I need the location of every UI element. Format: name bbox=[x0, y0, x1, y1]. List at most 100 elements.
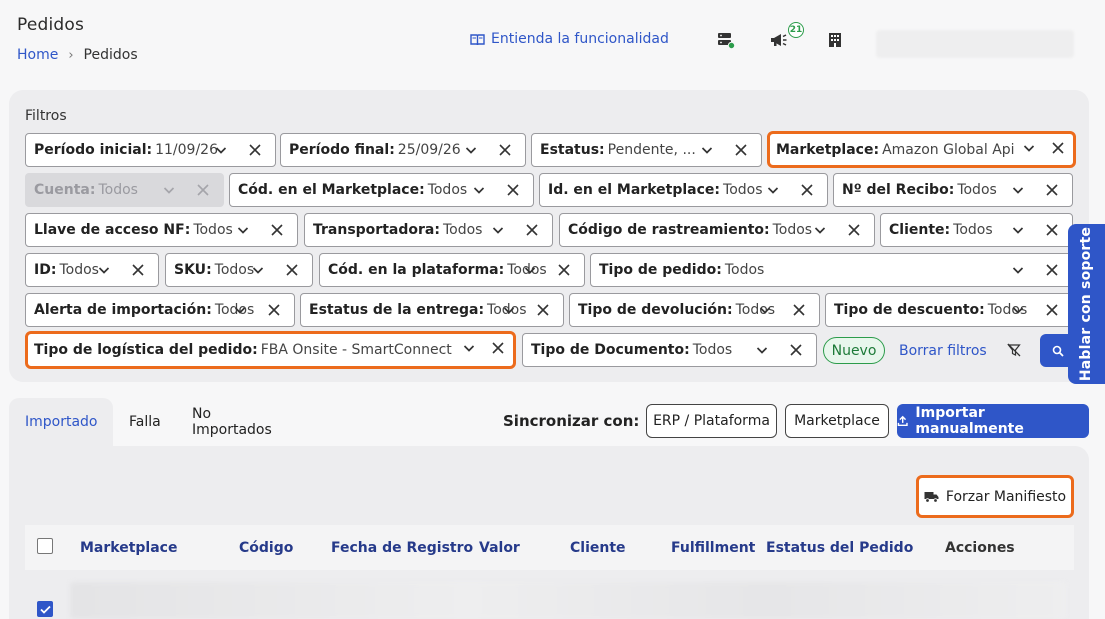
filter-label: SKU bbox=[174, 262, 207, 278]
filter-transportadora[interactable]: Transportadora: Todos bbox=[304, 213, 553, 247]
close-icon[interactable] bbox=[1045, 303, 1059, 317]
tab-importado[interactable]: Importado bbox=[9, 398, 113, 446]
filter-numero-recibo[interactable]: Nº del Recibo: Todos bbox=[833, 173, 1073, 207]
chevron-down-icon[interactable] bbox=[471, 182, 487, 198]
filter-tipo-descuento[interactable]: Tipo de descuento: Todos bbox=[825, 293, 1073, 327]
close-icon[interactable] bbox=[789, 343, 803, 357]
chevron-down-icon[interactable] bbox=[1021, 140, 1037, 156]
filter-estatus[interactable]: Estatus: Pendente, ... bbox=[531, 133, 762, 167]
column-header-cliente[interactable]: Cliente bbox=[570, 540, 626, 556]
column-header-marketplace[interactable]: Marketplace bbox=[80, 540, 177, 556]
chevron-down-icon[interactable] bbox=[754, 342, 770, 358]
filter-cod-marketplace[interactable]: Cód. en el Marketplace: Todos bbox=[229, 173, 534, 207]
filter-estatus-entrega[interactable]: Estatus de la entrega: Todos bbox=[300, 293, 564, 327]
chevron-down-icon[interactable] bbox=[96, 262, 112, 278]
functionality-link-label: Entienda la funcionalidad bbox=[491, 31, 669, 47]
select-all-checkbox[interactable] bbox=[37, 538, 53, 554]
close-icon[interactable] bbox=[536, 303, 550, 317]
close-icon[interactable] bbox=[1045, 183, 1059, 197]
close-icon[interactable] bbox=[800, 183, 814, 197]
user-menu[interactable] bbox=[876, 30, 1074, 58]
close-icon[interactable] bbox=[734, 143, 748, 157]
close-icon[interactable] bbox=[792, 303, 806, 317]
filter-periodo-inicial[interactable]: Período inicial:11/09/26 bbox=[25, 133, 276, 167]
megaphone-icon[interactable] bbox=[770, 31, 788, 49]
chevron-down-icon[interactable] bbox=[232, 302, 248, 318]
filter-value: Todos bbox=[98, 182, 138, 198]
filter-codigo-rastreamiento[interactable]: Código de rastreamiento: Todos bbox=[559, 213, 875, 247]
close-icon[interactable] bbox=[1045, 223, 1059, 237]
chevron-down-icon[interactable] bbox=[812, 222, 828, 238]
sync-marketplace-button[interactable]: Marketplace bbox=[785, 404, 889, 438]
column-header-valor[interactable]: Valor bbox=[479, 540, 520, 556]
filter-cuenta: Cuenta: Todos bbox=[25, 173, 224, 207]
filter-label: Estatus de la entrega bbox=[309, 302, 479, 318]
chevron-down-icon[interactable] bbox=[463, 142, 479, 158]
force-manifest-button[interactable]: Forzar Manifiesto bbox=[916, 475, 1074, 518]
chevron-down-icon[interactable] bbox=[765, 182, 781, 198]
chevron-down-icon[interactable] bbox=[757, 302, 773, 318]
filter-llave-nf[interactable]: Llave de acceso NF: Todos bbox=[25, 213, 298, 247]
tab-falla[interactable]: Falla bbox=[113, 398, 177, 446]
close-icon[interactable] bbox=[498, 143, 512, 157]
filter-marketplace[interactable]: Marketplace: Amazon Global Api bbox=[767, 131, 1076, 168]
chevron-down-icon[interactable] bbox=[1010, 222, 1026, 238]
filter-tipo-devolucion[interactable]: Tipo de devolución: Todos bbox=[569, 293, 820, 327]
close-icon[interactable] bbox=[270, 223, 284, 237]
close-icon[interactable] bbox=[491, 341, 505, 355]
column-header-fecha-registro[interactable]: Fecha de Registro bbox=[331, 540, 473, 556]
close-icon[interactable] bbox=[131, 263, 145, 277]
chevron-down-icon[interactable] bbox=[235, 222, 251, 238]
filter-cliente[interactable]: Cliente: Todos bbox=[880, 213, 1073, 247]
row-checkbox[interactable] bbox=[37, 601, 53, 617]
sync-erp-button[interactable]: ERP / Plataforma bbox=[646, 404, 777, 438]
tab-no-importados[interactable]: No Importados bbox=[176, 398, 288, 446]
column-header-codigo[interactable]: Código bbox=[239, 540, 293, 556]
breadcrumb-home-link[interactable]: Home bbox=[17, 47, 58, 63]
filter-id-marketplace[interactable]: Id. en el Marketplace: Todos bbox=[539, 173, 828, 207]
server-status-icon[interactable] bbox=[717, 31, 735, 49]
filter-periodo-final[interactable]: Período final:25/09/26 bbox=[280, 133, 526, 167]
filter-sku[interactable]: SKU: Todos bbox=[165, 253, 313, 287]
close-icon[interactable] bbox=[847, 223, 861, 237]
chevron-down-icon[interactable] bbox=[699, 142, 715, 158]
chevron-down-icon[interactable] bbox=[250, 262, 266, 278]
filter-value: Todos bbox=[193, 222, 233, 238]
close-icon[interactable] bbox=[525, 223, 539, 237]
book-icon bbox=[470, 33, 485, 45]
filter-tipo-documento[interactable]: Tipo de Documento: Todos bbox=[522, 333, 817, 367]
close-icon[interactable] bbox=[1045, 263, 1059, 277]
chevron-down-icon[interactable] bbox=[501, 302, 517, 318]
filter-label: Tipo de descuento bbox=[834, 302, 980, 318]
functionality-link[interactable]: Entienda la funcionalidad bbox=[470, 31, 669, 47]
chevron-down-icon[interactable] bbox=[522, 262, 538, 278]
column-header-estatus-pedido[interactable]: Estatus del Pedido bbox=[766, 540, 913, 556]
filter-label: Cód. en el Marketplace bbox=[238, 182, 420, 198]
support-tab[interactable]: Hablar con soporte bbox=[1068, 224, 1105, 384]
close-icon[interactable] bbox=[285, 263, 299, 277]
close-icon[interactable] bbox=[506, 183, 520, 197]
chevron-down-icon[interactable] bbox=[490, 222, 506, 238]
building-icon[interactable] bbox=[826, 31, 844, 49]
clear-filters-link[interactable]: Borrar filtros bbox=[899, 343, 987, 359]
filter-label: ID bbox=[34, 262, 51, 278]
filter-id[interactable]: ID: Todos bbox=[25, 253, 159, 287]
filter-label: Tipo de pedido bbox=[599, 262, 717, 278]
chevron-down-icon[interactable] bbox=[1010, 302, 1026, 318]
chevron-down-icon[interactable] bbox=[1010, 182, 1026, 198]
import-manual-button[interactable]: Importar manualmente bbox=[897, 404, 1089, 438]
filter-tipo-logistica[interactable]: Tipo de logística del pedido: FBA Onsite … bbox=[25, 331, 516, 369]
chevron-down-icon[interactable] bbox=[461, 340, 477, 356]
close-icon[interactable] bbox=[248, 143, 262, 157]
close-icon[interactable] bbox=[557, 263, 571, 277]
filter-off-icon[interactable] bbox=[1007, 343, 1021, 357]
close-icon[interactable] bbox=[1051, 141, 1065, 155]
filter-alerta-importacion[interactable]: Alerta de importación: Todos bbox=[25, 293, 295, 327]
filter-value: Todos bbox=[724, 262, 765, 278]
filter-cod-plataforma[interactable]: Cód. en la plataforma: Todos bbox=[319, 253, 585, 287]
filter-tipo-pedido[interactable]: Tipo de pedido: Todos bbox=[590, 253, 1073, 287]
close-icon[interactable] bbox=[267, 303, 281, 317]
chevron-down-icon[interactable] bbox=[213, 142, 229, 158]
chevron-down-icon[interactable] bbox=[1010, 262, 1026, 278]
column-header-fulfillment[interactable]: Fulfillment bbox=[671, 540, 755, 556]
